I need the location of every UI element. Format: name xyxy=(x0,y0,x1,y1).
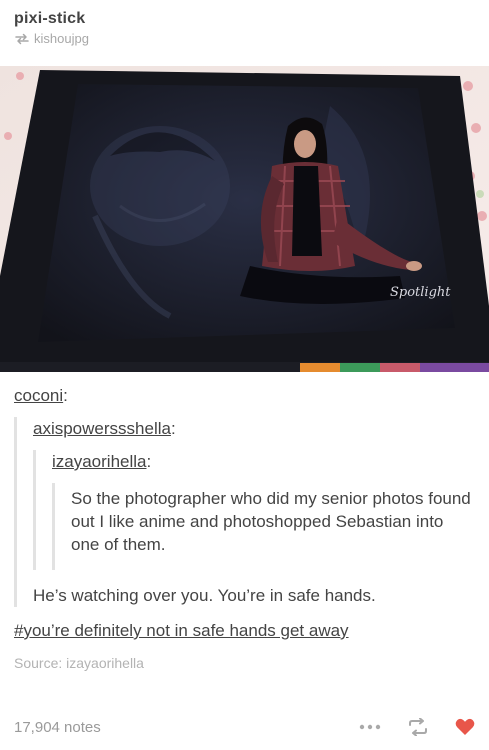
reply-text: He’s watching over you. You’re in safe h… xyxy=(33,586,376,605)
username-izayaorihella[interactable]: izayaorihella xyxy=(52,452,147,471)
original-post-text: So the photographer who did my senior ph… xyxy=(71,489,471,554)
post-footer: 17,904 notes xyxy=(0,707,489,747)
reblog-source-link[interactable]: kishoujpg xyxy=(34,31,89,46)
post-photo[interactable]: Spotlight xyxy=(0,66,489,372)
notes-count[interactable]: 17,904 notes xyxy=(14,719,101,736)
heart-icon[interactable] xyxy=(455,718,475,736)
blockquote-level-1: axispowerssshella: izayaorihella: So the… xyxy=(14,417,476,607)
blog-name[interactable]: pixi-stick xyxy=(14,10,89,28)
reblog-icon xyxy=(14,33,30,45)
post-header: pixi-stick kishoujpg xyxy=(14,10,89,46)
username-axispowerssshella[interactable]: axispowerssshella xyxy=(33,419,171,438)
colon: : xyxy=(170,419,176,438)
blockquote-level-2: izayaorihella: So the photographer who d… xyxy=(33,450,476,570)
post-body: coconi: axispowerssshella: izayaorihella… xyxy=(14,384,476,671)
source-link[interactable]: Source: izayaorihella xyxy=(14,655,476,671)
username-coconi[interactable]: coconi xyxy=(14,386,63,405)
more-icon[interactable] xyxy=(359,724,381,730)
reblog-icon[interactable] xyxy=(407,718,429,736)
colon: : xyxy=(63,386,68,405)
post-actions xyxy=(359,718,475,736)
colon: : xyxy=(146,452,152,471)
photo-stamp-text: Spotlight xyxy=(390,285,451,300)
blockquote-level-3: So the photographer who did my senior ph… xyxy=(52,483,476,570)
hashtag-link[interactable]: #you’re definitely not in safe hands get… xyxy=(14,621,476,641)
reblog-attribution: kishoujpg xyxy=(14,31,89,46)
